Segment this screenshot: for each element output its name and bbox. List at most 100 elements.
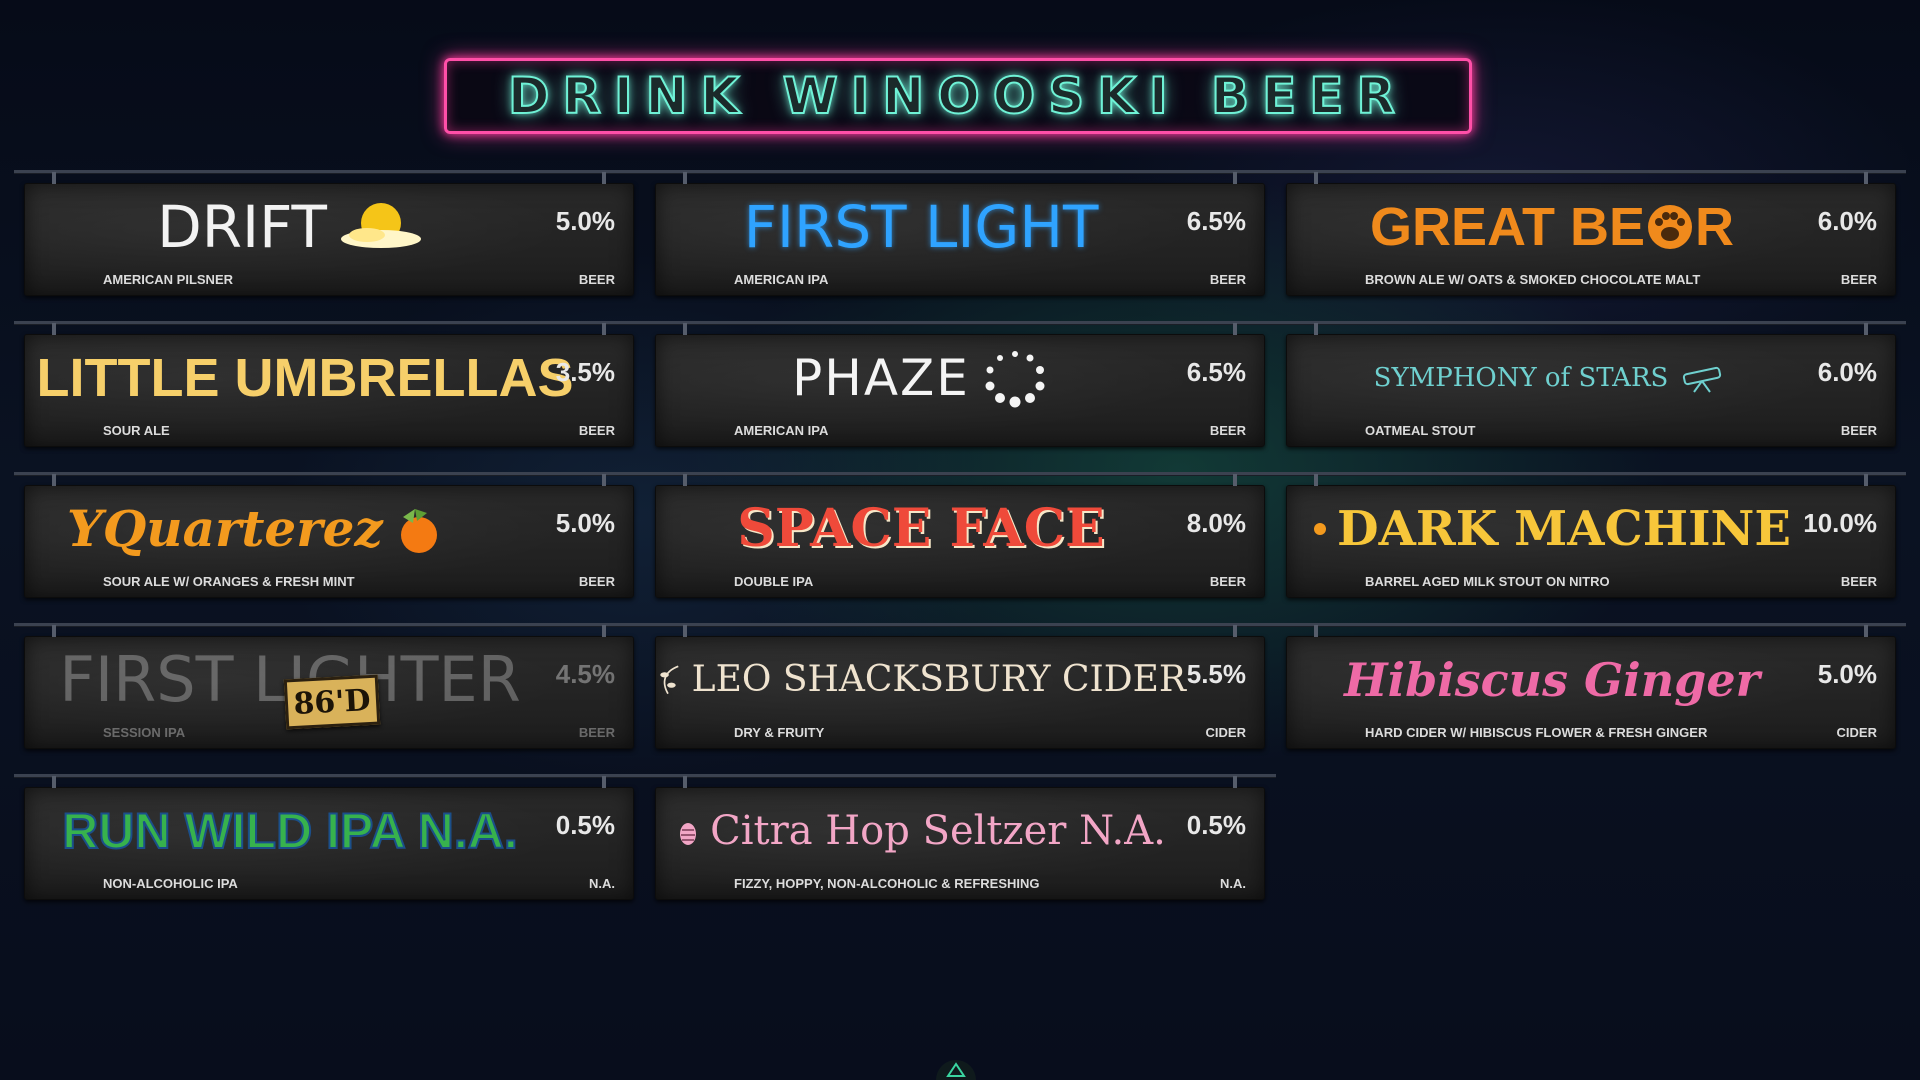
beverage-type: BEER: [1209, 423, 1246, 438]
dot-ring-icon: [985, 351, 1045, 408]
shelf-peg: [1314, 172, 1318, 184]
beer-card-little-umbrellas: LITTLE UMBRELLAS 3.5% SOUR ALE BEER: [24, 334, 634, 447]
neon-sign-header: DRINK WINOOSKI BEER: [444, 58, 1472, 134]
orange-icon: [400, 509, 437, 553]
beer-card-phaze: PHAZE 6.5% AMERICAN IPA BEER: [655, 334, 1265, 447]
beverage-type: BEER: [578, 725, 615, 740]
beverage-type: BEER: [1209, 272, 1246, 287]
beer-card-leo-shacksbury-cider: LEO SHACKSBURY CIDER 5.5% DRY & FRUITY C…: [655, 636, 1265, 749]
shelf-peg: [1314, 323, 1318, 335]
beer-style: SOUR ALE: [103, 423, 170, 438]
shelf-peg: [1314, 625, 1318, 637]
shelf-peg: [1864, 323, 1868, 335]
shelf: [14, 321, 1906, 324]
abv-value: 8.0%: [1186, 508, 1246, 538]
beer-card-hibiscus-ginger: Hibiscus Ginger 5.0% HARD CIDER W/ HIBIS…: [1286, 636, 1896, 749]
beverage-type: N.A.: [589, 876, 615, 891]
beer-name: LEO SHACKSBURY CIDER: [691, 659, 1186, 700]
vine-icon: [660, 665, 679, 695]
beer-card-great-bear: GREAT BE R 6.0% BROWN ALE W/ OATS & SMOK…: [1286, 183, 1896, 296]
abv-value: 5.0%: [1817, 659, 1877, 689]
beer-name-suffix: R: [1695, 197, 1734, 257]
beverage-type: CIDER: [1205, 725, 1246, 740]
abv-value: 5.5%: [1186, 659, 1246, 689]
beverage-type: N.A.: [1220, 876, 1246, 891]
shelf-peg: [1864, 625, 1868, 637]
shelf: [14, 774, 1276, 777]
shelf-peg: [602, 625, 606, 637]
abv-value: 10.0%: [1803, 508, 1877, 538]
shelf-peg: [52, 474, 56, 486]
shelf-peg: [52, 323, 56, 335]
beer-card-dark-machine: DARK MACHINE 10.0% BARREL AGED MILK STOU…: [1286, 485, 1896, 598]
shelf-peg: [602, 172, 606, 184]
abv-value: 0.5%: [1186, 810, 1246, 840]
page-title: DRINK WINOOSKI BEER: [507, 66, 1408, 126]
abv-value: 0.5%: [555, 810, 615, 840]
abv-value: 6.0%: [1817, 206, 1877, 236]
shelf-peg: [52, 625, 56, 637]
shelf-peg: [683, 172, 687, 184]
beer-card-citra-hop-seltzer: Citra Hop Seltzer N.A. 0.5% FIZZY, HOPPY…: [655, 787, 1265, 900]
shelf-peg: [52, 172, 56, 184]
beer-card-yquarterez: YQuarterez 5.0% SOUR ALE W/ ORANGES & FR…: [24, 485, 634, 598]
gear-dot-icon: [1313, 523, 1326, 535]
beer-style: HARD CIDER W/ HIBISCUS FLOWER & FRESH GI…: [1365, 725, 1708, 740]
shelf-peg: [602, 474, 606, 486]
abv-value: 6.5%: [1186, 206, 1246, 236]
sold-out-badge: 86'D: [283, 674, 381, 730]
shelf: [14, 472, 1906, 475]
beer-name: SPACE FACE: [737, 498, 1105, 559]
beverage-type: BEER: [1840, 272, 1877, 287]
shelf-peg: [1233, 625, 1237, 637]
beer-style: BROWN ALE W/ OATS & SMOKED CHOCOLATE MAL…: [1365, 272, 1701, 287]
shelf: [14, 623, 1906, 626]
beverage-type: CIDER: [1836, 725, 1877, 740]
paw-icon: [1648, 205, 1692, 249]
beer-name: DRIFT: [157, 193, 327, 261]
abv-value: 4.5%: [555, 659, 615, 689]
shelf-peg: [683, 323, 687, 335]
beer-card-first-lighter: FIRST LIGHTER 4.5% SESSION IPA BEER 86'D: [24, 636, 634, 749]
shelf-peg: [1864, 474, 1868, 486]
beer-style: DOUBLE IPA: [734, 574, 814, 589]
shelf: [14, 170, 1906, 173]
beer-style: DRY & FRUITY: [734, 725, 825, 740]
shelf-peg: [683, 625, 687, 637]
beer-name: FIRST LIGHT: [743, 193, 1099, 261]
beer-card-drift: DRIFT 5.0% AMERICAN PILSNER BEER: [24, 183, 634, 296]
beverage-type: BEER: [1840, 423, 1877, 438]
abv-value: 6.5%: [1186, 357, 1246, 387]
beer-name: RUN WILD IPA N.A.: [61, 802, 519, 860]
shelf-peg: [1864, 172, 1868, 184]
beer-style: AMERICAN IPA: [734, 272, 829, 287]
shelf-peg: [52, 776, 56, 788]
beer-style: BARREL AGED MILK STOUT ON NITRO: [1365, 574, 1610, 589]
beer-card-run-wild-ipa: RUN WILD IPA N.A. 0.5% NON-ALCOHOLIC IPA…: [24, 787, 634, 900]
shelf-peg: [683, 776, 687, 788]
shelf-peg: [602, 323, 606, 335]
beer-name: Citra Hop Seltzer N.A.: [710, 808, 1166, 854]
beverage-type: BEER: [1209, 574, 1246, 589]
beer-style: NON-ALCOHOLIC IPA: [103, 876, 238, 891]
beverage-type: BEER: [578, 272, 615, 287]
beer-name: DARK MACHINE: [1336, 501, 1792, 557]
shelf-peg: [1314, 474, 1318, 486]
abv-value: 5.0%: [555, 508, 615, 538]
beer-card-first-light: FIRST LIGHT 6.5% AMERICAN IPA BEER: [655, 183, 1265, 296]
abv-value: 5.0%: [555, 206, 615, 236]
beverage-type: BEER: [578, 423, 615, 438]
shelf-peg: [683, 474, 687, 486]
sun-cloud-icon: [340, 203, 421, 248]
beer-style: AMERICAN IPA: [734, 423, 829, 438]
shelf-peg: [1233, 776, 1237, 788]
telescope-icon: [1683, 366, 1722, 393]
beer-style: OATMEAL STOUT: [1365, 423, 1476, 438]
abv-value: 3.5%: [555, 357, 615, 387]
beer-name: PHAZE: [792, 349, 970, 407]
beverage-type: BEER: [578, 574, 615, 589]
beer-name: Hibiscus Ginger: [1344, 653, 1760, 707]
beer-card-symphony-of-stars: SYMPHONY of STARS 6.0% OATMEAL STOUT BEE…: [1286, 334, 1896, 447]
shelf-peg: [1233, 323, 1237, 335]
beer-style: SESSION IPA: [103, 725, 186, 740]
